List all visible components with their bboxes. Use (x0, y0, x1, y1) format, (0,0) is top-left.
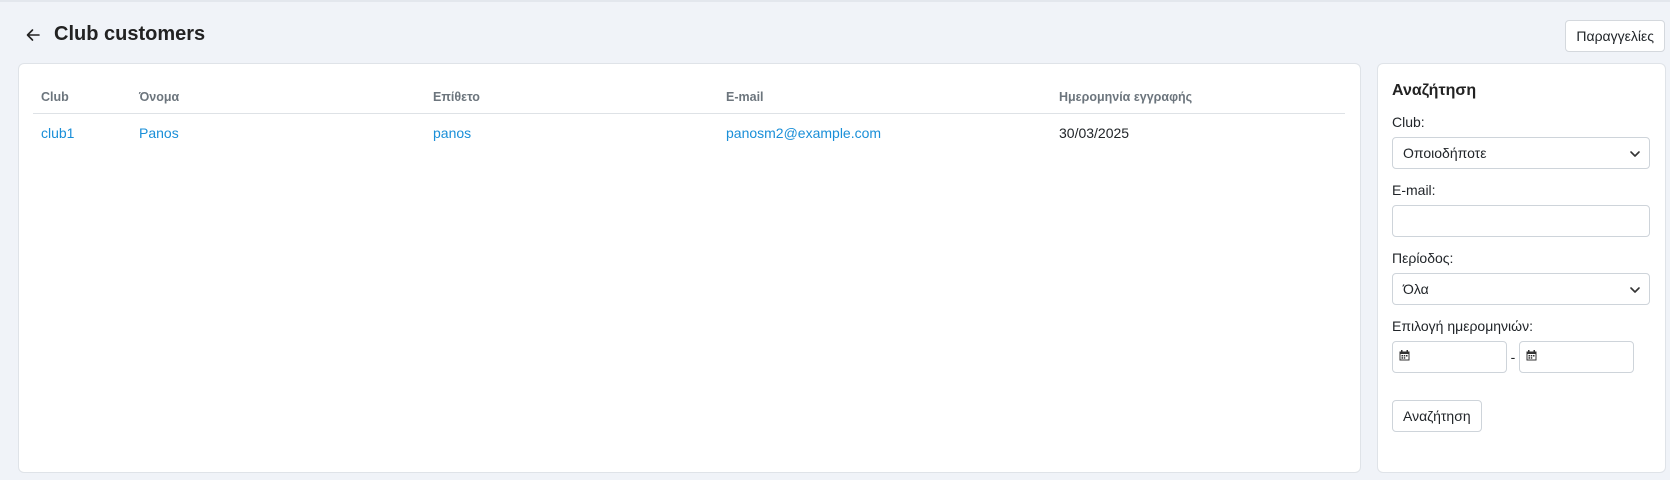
table-row: club1 Panos panos panosm2@example.com 30… (33, 114, 1345, 153)
email-input[interactable] (1392, 205, 1650, 237)
club-select-value: Οποιοδήποτε (1403, 145, 1487, 161)
end-date-input[interactable] (1519, 341, 1634, 373)
page-header: Club customers Παραγγελίες (0, 0, 1670, 60)
orders-button[interactable]: Παραγγελίες (1565, 20, 1665, 52)
table-header-row: Club Όνομα Επίθετο E-mail Ημερομηνία εγγ… (33, 80, 1345, 114)
column-header-email: E-mail (718, 80, 1051, 114)
search-button[interactable]: Αναζήτηση (1392, 400, 1482, 432)
date-separator: - (1510, 349, 1516, 365)
calendar-icon (1526, 348, 1537, 366)
calendar-icon (1399, 348, 1410, 366)
email-label: E-mail: (1392, 182, 1436, 198)
cell-email: panosm2@example.com (718, 114, 1051, 153)
cell-club: club1 (33, 114, 131, 153)
chevron-down-icon (1629, 283, 1641, 299)
column-header-registration-date: Ημερομηνία εγγραφής (1051, 80, 1345, 114)
chevron-down-icon (1629, 147, 1641, 163)
club-label: Club: (1392, 114, 1425, 130)
period-field: Περίοδος: Όλα (1392, 250, 1651, 305)
customers-card: Club Όνομα Επίθετο E-mail Ημερομηνία εγγ… (18, 63, 1361, 473)
club-field: Club: Οποιοδήποτε (1392, 114, 1651, 169)
email-filter-field: E-mail: (1392, 182, 1651, 237)
club-link[interactable]: club1 (41, 125, 74, 141)
column-header-last-name: Επίθετο (425, 80, 718, 114)
last-name-link[interactable]: panos (433, 125, 471, 141)
date-range-field: Επιλογή ημερομηνιών: - (1392, 318, 1651, 373)
date-range-row: - (1392, 341, 1651, 373)
cell-registration-date: 30/03/2025 (1059, 125, 1130, 141)
first-name-link[interactable]: Panos (139, 125, 179, 141)
customers-table: Club Όνομα Επίθετο E-mail Ημερομηνία εγγ… (33, 80, 1345, 152)
back-arrow-icon[interactable] (22, 24, 44, 46)
start-date-input[interactable] (1392, 341, 1507, 373)
period-select[interactable]: Όλα (1392, 273, 1650, 305)
club-select[interactable]: Οποιοδήποτε (1392, 137, 1650, 169)
filter-title: Αναζήτηση (1392, 82, 1477, 99)
column-header-club: Club (33, 80, 131, 114)
page-title: Club customers (54, 23, 206, 45)
cell-last-name: panos (425, 114, 718, 153)
email-link[interactable]: panosm2@example.com (726, 125, 881, 141)
column-header-first-name: Όνομα (131, 80, 425, 114)
cell-first-name: Panos (131, 114, 425, 153)
dates-label: Επιλογή ημερομηνιών: (1392, 318, 1533, 334)
period-select-value: Όλα (1403, 281, 1429, 297)
search-filter-card: Αναζήτηση Club: Οποιοδήποτε E-mail: Περί… (1377, 63, 1666, 473)
period-label: Περίοδος: (1392, 250, 1454, 266)
